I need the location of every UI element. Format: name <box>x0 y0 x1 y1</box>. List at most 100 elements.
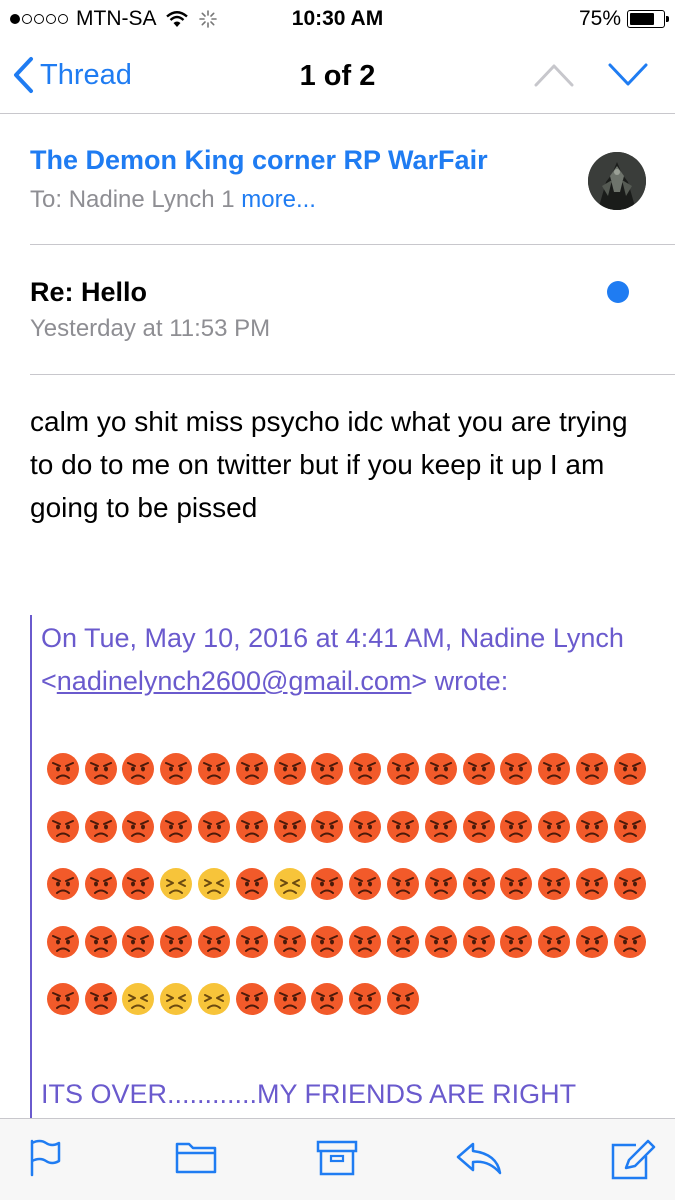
angry-face-emoji-icon <box>573 922 611 962</box>
angry-face-emoji-icon <box>44 807 82 847</box>
attribution-suffix: > wrote: <box>411 666 509 696</box>
angry-face-emoji-icon <box>233 979 271 1019</box>
recipient-count: 1 <box>221 186 235 213</box>
angry-face-emoji-icon <box>82 807 120 847</box>
recipients-line[interactable]: To: Nadine Lynch 1 more... <box>30 186 316 214</box>
angry-face-emoji-icon <box>309 979 347 1019</box>
angry-face-emoji-icon <box>573 749 611 789</box>
quote-attribution: On Tue, May 10, 2016 at 4:41 AM, Nadine … <box>41 617 661 703</box>
angry-face-emoji-icon <box>346 922 384 962</box>
folder-icon[interactable] <box>175 1139 217 1175</box>
angry-face-emoji-icon <box>271 807 309 847</box>
angry-face-emoji-icon <box>460 864 498 904</box>
angry-face-emoji-icon <box>82 749 120 789</box>
subject: Re: Hello <box>30 277 148 307</box>
angry-face-emoji-icon <box>611 749 649 789</box>
battery-icon <box>627 10 669 28</box>
quote-closing: ITS OVER............MY FRIENDS ARE RIGHT <box>41 1079 577 1109</box>
avatar <box>588 152 646 210</box>
to-prefix: To: <box>30 186 63 213</box>
unread-dot-icon[interactable] <box>607 281 629 303</box>
angry-face-emoji-icon <box>82 979 120 1019</box>
angry-face-emoji-icon <box>535 922 573 962</box>
angry-face-emoji-icon <box>498 922 536 962</box>
battery-fill <box>630 13 654 25</box>
angry-face-emoji-icon <box>120 864 158 904</box>
angry-face-emoji-icon <box>157 749 195 789</box>
divider <box>30 244 675 245</box>
chevron-up-icon[interactable] <box>534 62 574 88</box>
angry-face-emoji-icon <box>346 807 384 847</box>
angry-face-emoji-icon <box>157 807 195 847</box>
angry-face-emoji-icon <box>573 864 611 904</box>
angry-face-emoji-icon <box>195 749 233 789</box>
angry-face-emoji-icon <box>82 864 120 904</box>
angry-face-emoji-icon <box>120 807 158 847</box>
angry-face-emoji-icon <box>573 807 611 847</box>
angry-face-emoji-icon <box>120 922 158 962</box>
angry-face-emoji-icon <box>498 807 536 847</box>
angry-face-emoji-icon <box>422 749 460 789</box>
sender-name[interactable]: The Demon King corner RP WarFair <box>30 145 488 176</box>
persevering-face-emoji-icon <box>157 979 195 1019</box>
angry-face-emoji-icon <box>611 922 649 962</box>
angry-face-emoji-icon <box>233 749 271 789</box>
bottom-toolbar <box>0 1118 675 1200</box>
avatar-image <box>588 152 646 210</box>
emoji-row <box>44 864 664 922</box>
message-body: calm yo shit miss psycho idc what you ar… <box>30 406 628 523</box>
angry-face-emoji-icon <box>157 922 195 962</box>
angry-face-emoji-icon <box>422 864 460 904</box>
battery-percent: 75% <box>578 7 621 30</box>
persevering-face-emoji-icon <box>195 864 233 904</box>
angry-face-emoji-icon <box>384 979 422 1019</box>
angry-face-emoji-icon <box>233 922 271 962</box>
status-right: 75% <box>578 7 669 31</box>
angry-face-emoji-icon <box>535 864 573 904</box>
angry-face-emoji-icon <box>498 749 536 789</box>
angry-face-emoji-icon <box>611 807 649 847</box>
compose-icon[interactable] <box>610 1139 656 1181</box>
status-bar: MTN-SA 10:30 AM 75% <box>0 0 675 40</box>
recipient-name: Nadine Lynch <box>68 186 215 213</box>
more-recipients-link[interactable]: more... <box>241 186 316 213</box>
angry-face-emoji-icon <box>271 749 309 789</box>
angry-face-emoji-icon <box>195 807 233 847</box>
battery-nub <box>666 16 669 22</box>
flag-icon[interactable] <box>28 1139 62 1177</box>
angry-face-emoji-icon <box>460 749 498 789</box>
angry-face-emoji-icon <box>309 749 347 789</box>
angry-face-emoji-icon <box>120 749 158 789</box>
angry-face-emoji-icon <box>309 864 347 904</box>
angry-face-emoji-icon <box>535 807 573 847</box>
angry-face-emoji-icon <box>309 807 347 847</box>
angry-face-emoji-icon <box>195 922 233 962</box>
archive-icon[interactable] <box>316 1139 358 1177</box>
angry-face-emoji-icon <box>384 749 422 789</box>
angry-face-emoji-icon <box>44 864 82 904</box>
angry-face-emoji-icon <box>233 807 271 847</box>
email-link[interactable]: nadinelynch2600@gmail.com <box>57 666 412 696</box>
emoji-row <box>44 749 664 807</box>
emoji-row <box>44 922 664 980</box>
message-date: Yesterday at 11:53 PM <box>30 315 271 342</box>
nav-bar: Thread 1 of 2 <box>0 40 675 114</box>
angry-face-emoji-icon <box>346 864 384 904</box>
angry-face-emoji-icon <box>346 749 384 789</box>
status-time: 10:30 AM <box>291 7 384 30</box>
angry-face-emoji-icon <box>460 922 498 962</box>
angry-face-emoji-icon <box>44 922 82 962</box>
persevering-face-emoji-icon <box>120 979 158 1019</box>
angry-face-emoji-icon <box>611 864 649 904</box>
angry-face-emoji-icon <box>44 749 82 789</box>
angry-face-emoji-icon <box>271 922 309 962</box>
emoji-grid <box>44 749 664 1037</box>
angry-face-emoji-icon <box>460 807 498 847</box>
chevron-down-icon[interactable] <box>608 62 648 88</box>
angry-face-emoji-icon <box>233 864 271 904</box>
reply-icon[interactable] <box>455 1139 503 1177</box>
angry-face-emoji-icon <box>535 749 573 789</box>
angry-face-emoji-icon <box>346 979 384 1019</box>
angry-face-emoji-icon <box>384 922 422 962</box>
angry-face-emoji-icon <box>384 864 422 904</box>
